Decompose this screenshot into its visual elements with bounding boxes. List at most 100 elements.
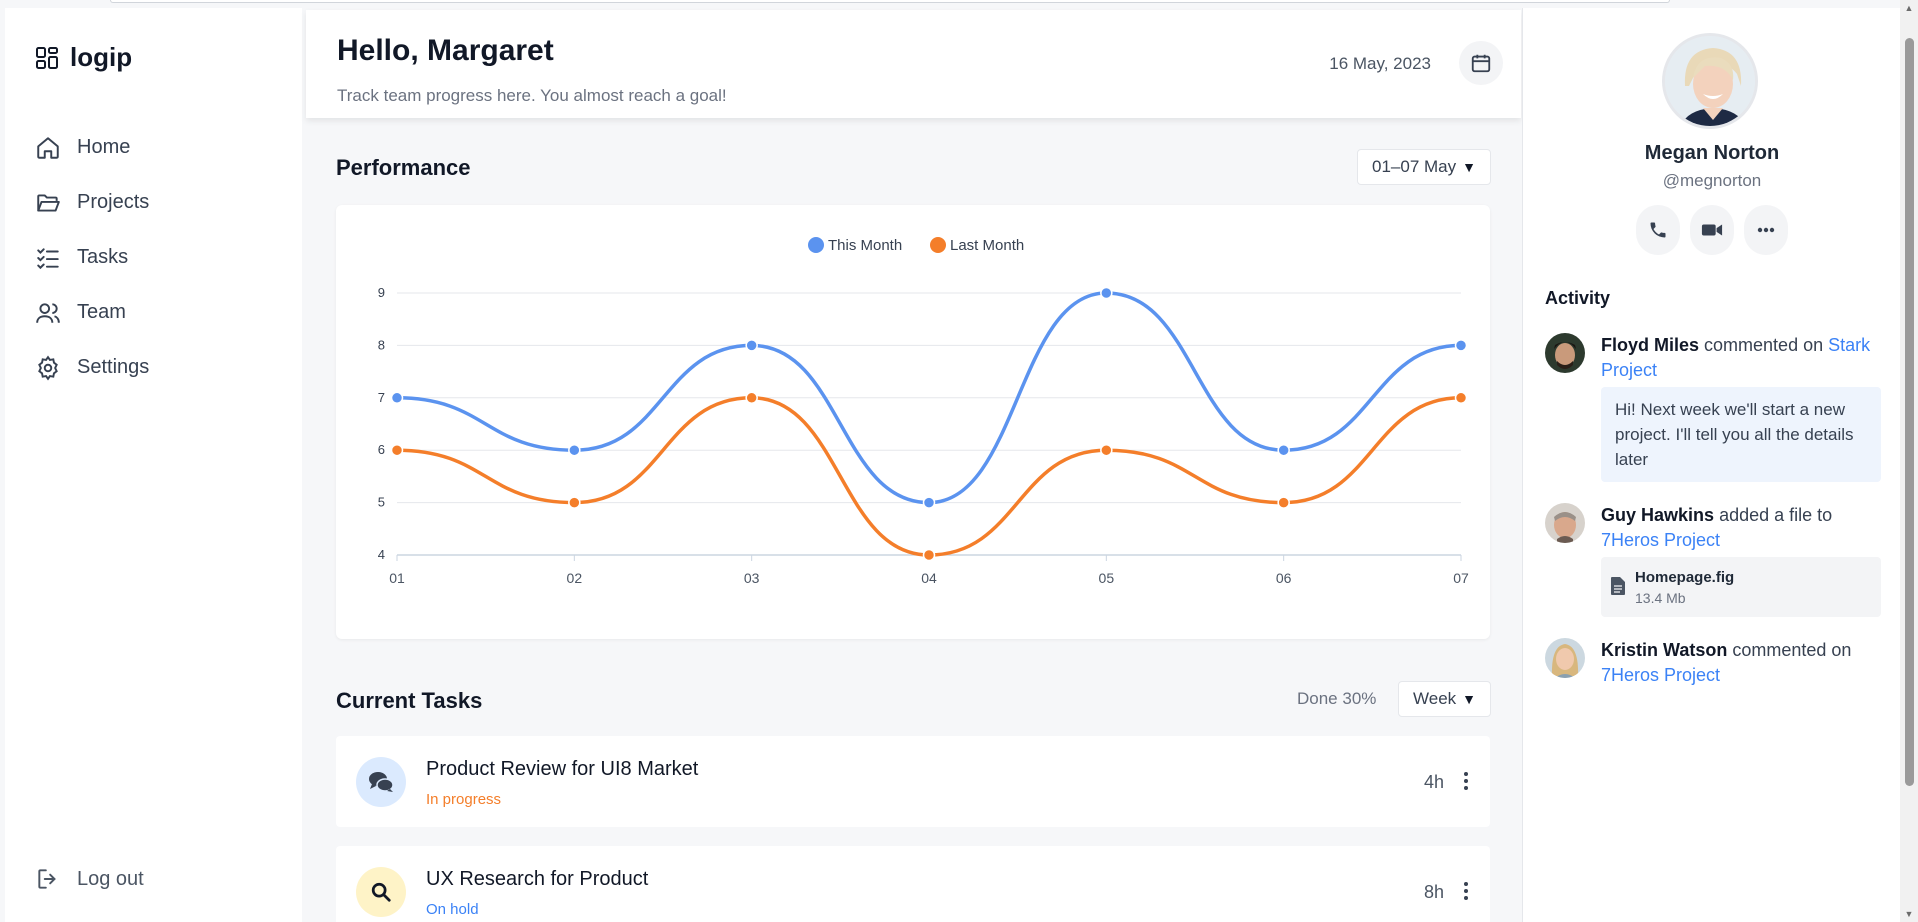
data-point (1277, 496, 1290, 509)
more-options-button[interactable] (1744, 205, 1788, 255)
profile-handle: @megnorton (1662, 171, 1762, 190)
activity-text: Floyd Miles commented on Stark Project (1601, 333, 1885, 383)
more-vertical-icon[interactable] (1460, 879, 1472, 903)
logout-label: Log out (77, 867, 144, 890)
video-call-button[interactable] (1690, 205, 1734, 255)
project-link[interactable]: 7Heros Project (1601, 665, 1720, 685)
date-range-dropdown[interactable]: 01–07 May ▼ (1357, 149, 1491, 185)
avatar[interactable] (1545, 333, 1585, 373)
task-title: Product Review for UI8 Market (426, 758, 699, 780)
legend-marker (930, 237, 946, 253)
legend-label: Last Month (950, 237, 1024, 254)
sidebar-item-projects[interactable]: Projects (35, 175, 149, 230)
sidebar-item-label: Settings (77, 356, 150, 378)
profile-panel: Megan Norton @megnorton Activity Floyd M… (1522, 8, 1900, 922)
data-point (922, 548, 936, 562)
activity-item: Guy Hawkins added a file to 7Heros Proje… (1545, 503, 1885, 633)
logo[interactable]: logip (36, 42, 132, 73)
scroll-up-icon[interactable]: ▲ (1904, 3, 1914, 13)
project-link[interactable]: 7Heros Project (1601, 530, 1720, 550)
sidebar-item-team[interactable]: Team (35, 285, 149, 340)
sidebar-item-label: Home (77, 136, 131, 158)
data-point (745, 339, 758, 352)
activity-user[interactable]: Kristin Watson (1601, 640, 1727, 660)
date-range-value: 01–07 May (1372, 157, 1457, 176)
tasks-title: Current Tasks (336, 688, 483, 713)
activity-action: commented on (1732, 640, 1852, 660)
task-duration: 4h (1423, 772, 1444, 792)
task-card[interactable]: Product Review for UI8 Market In progres… (336, 736, 1490, 827)
home-icon (37, 136, 59, 159)
activity-user[interactable]: Guy Hawkins (1601, 505, 1714, 525)
page-title: Hello, Margaret (337, 34, 554, 67)
scroll-down-icon[interactable]: ▼ (1904, 909, 1914, 919)
checklist-icon (37, 247, 59, 269)
file-icon (1611, 577, 1625, 595)
sidebar-item-tasks[interactable]: Tasks (35, 230, 149, 285)
folder-icon (37, 193, 60, 212)
legend-marker (808, 237, 824, 253)
x-tick-label: 04 (921, 570, 937, 586)
call-button[interactable] (1636, 205, 1680, 255)
browser-frame-edge (110, 0, 1670, 3)
task-status: In progress (426, 791, 502, 808)
sidebar-item-settings[interactable]: Settings (35, 340, 149, 395)
sidebar-item-label: Tasks (77, 246, 129, 268)
user-photo (1545, 333, 1585, 373)
caret-down-icon: ▼ (1462, 691, 1477, 707)
period-value: Week (1413, 689, 1457, 708)
performance-chart: 4 5 6 7 8 9 01 02 03 04 05 06 07 This Month Last Month (336, 205, 1490, 639)
task-duration: 8h (1423, 882, 1444, 902)
task-title: UX Research for Product (426, 868, 649, 890)
file-attachment[interactable]: Homepage.fig 13.4 Mb (1601, 557, 1881, 617)
profile-name: Megan Norton (1644, 142, 1780, 164)
y-tick-label: 7 (378, 390, 385, 405)
more-horizontal-icon (1757, 227, 1775, 233)
logout-icon (38, 869, 56, 889)
sidebar-item-label: Projects (77, 191, 150, 213)
activity-title: Activity (1545, 288, 1611, 308)
vertical-scrollbar[interactable]: ▲ ▼ (1900, 0, 1918, 922)
series-line (396, 396, 1462, 557)
scrollbar-thumb[interactable] (1905, 38, 1914, 786)
page-subtitle: Track team progress here. You almost rea… (337, 86, 727, 105)
calendar-button[interactable] (1459, 41, 1503, 85)
data-point (568, 443, 581, 457)
avatar[interactable] (1662, 33, 1758, 129)
avatar[interactable] (1545, 638, 1585, 678)
data-point (922, 496, 936, 509)
data-point (745, 391, 758, 405)
calendar-icon (1471, 54, 1491, 73)
period-dropdown[interactable]: Week ▼ (1398, 681, 1492, 717)
y-tick-label: 6 (378, 442, 385, 457)
sidebar: logip Home Projects Tasks Team Settings … (5, 8, 302, 922)
sidebar-item-label: Team (77, 301, 126, 323)
data-point (390, 391, 404, 405)
avatar[interactable] (1545, 503, 1585, 543)
current-date: 16 May, 2023 (1329, 54, 1431, 73)
data-point (1100, 286, 1113, 300)
data-point (1100, 443, 1113, 457)
users-icon (36, 302, 60, 323)
data-point (1454, 339, 1468, 352)
task-status: On hold (426, 901, 479, 918)
activity-text: Kristin Watson commented on 7Heros Proje… (1601, 638, 1885, 688)
line-chart: 4 5 6 7 8 9 01 02 03 04 05 06 07 This Month Last Month (378, 237, 1469, 586)
user-photo (1545, 638, 1585, 678)
x-tick-label: 05 (1099, 570, 1115, 586)
task-icon-wrap (356, 757, 406, 807)
y-tick-label: 4 (378, 547, 385, 562)
more-vertical-icon[interactable] (1460, 769, 1472, 793)
x-tick-label: 01 (389, 570, 405, 586)
activity-item: Floyd Miles commented on Stark Project H… (1545, 333, 1885, 493)
logout-button[interactable]: Log out (35, 866, 144, 892)
legend-label: This Month (828, 237, 902, 254)
sidebar-item-home[interactable]: Home (35, 120, 149, 175)
done-progress: Done 30% (1297, 689, 1377, 708)
activity-user[interactable]: Floyd Miles (1601, 335, 1699, 355)
caret-down-icon: ▼ (1462, 159, 1476, 175)
task-card[interactable]: UX Research for Product On hold 8h (336, 846, 1490, 922)
file-size: 13.4 Mb (1635, 590, 1686, 606)
gear-icon (38, 354, 58, 381)
activity-action: commented on (1704, 335, 1824, 355)
